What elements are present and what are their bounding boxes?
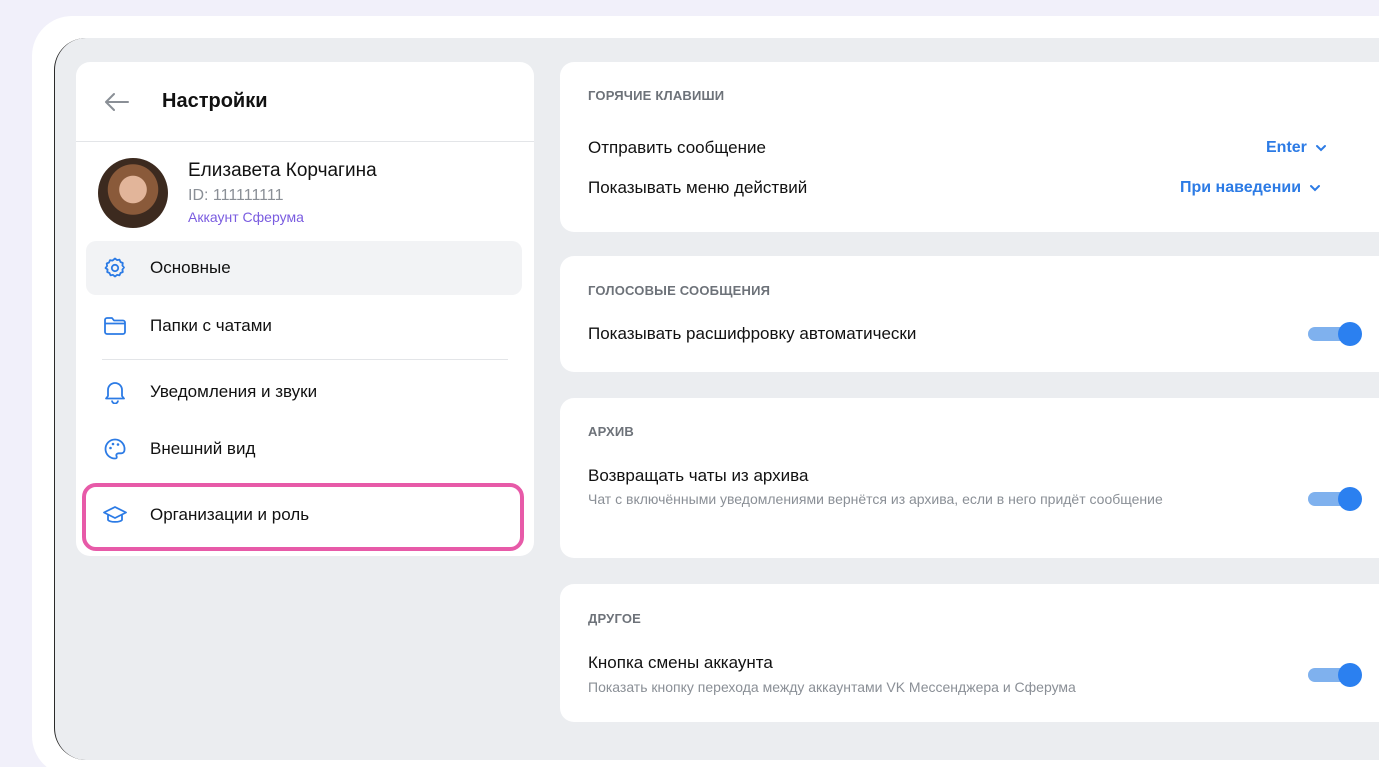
transcript-toggle[interactable] — [1306, 322, 1362, 346]
avatar — [98, 158, 168, 228]
sidebar-item-label: Уведомления и звуки — [150, 382, 318, 401]
account-switch-toggle[interactable] — [1306, 663, 1362, 687]
highlight-outline — [82, 483, 524, 551]
sidebar-item-notifications[interactable]: Уведомления и звуки — [86, 365, 522, 419]
profile-account-type[interactable]: Аккаунт Сферума — [188, 209, 377, 225]
chevron-down-icon — [1315, 144, 1327, 152]
section-header: ДРУГОЕ — [588, 611, 642, 626]
gear-icon — [102, 255, 128, 281]
profile-id: ID: 111111111 — [188, 187, 284, 204]
settings-sidebar: Настройки Елизавета Корчагина ID: 111111… — [76, 62, 534, 556]
toggle-knob — [1338, 322, 1362, 346]
action-menu-dropdown[interactable]: При наведении — [1180, 179, 1321, 197]
section-header: ГОРЯЧИЕ КЛАВИШИ — [588, 88, 725, 103]
menu-divider — [102, 359, 508, 360]
profile-name: Елизавета Корчагина — [188, 160, 377, 181]
chevron-down-icon — [1309, 184, 1321, 192]
archive-return-description: Чат с включёнными уведомлениями вернётся… — [588, 491, 1163, 507]
bell-icon — [102, 379, 128, 405]
send-message-dropdown[interactable]: Enter — [1266, 139, 1327, 157]
hotkeys-card: ГОРЯЧИЕ КЛАВИШИ Отправить сообщение Ente… — [560, 62, 1379, 232]
archive-return-label: Возвращать чаты из архива — [588, 466, 809, 485]
other-card: ДРУГОЕ Кнопка смены аккаунта Показать кн… — [560, 584, 1379, 722]
voice-card: ГОЛОСОВЫЕ СООБЩЕНИЯ Показывать расшифров… — [560, 256, 1379, 372]
sidebar-item-label: Основные — [150, 258, 231, 277]
toggle-knob — [1338, 663, 1362, 687]
back-arrow-icon[interactable] — [104, 91, 130, 113]
sidebar-item-label: Внешний вид — [150, 439, 256, 458]
action-menu-label: Показывать меню действий — [588, 178, 808, 197]
transcript-label: Показывать расшифровку автоматически — [588, 324, 917, 343]
settings-header: Настройки — [76, 62, 534, 142]
toggle-knob — [1338, 487, 1362, 511]
profile-block[interactable]: Елизавета Корчагина ID: 111111111 Аккаун… — [98, 158, 377, 228]
sidebar-item-general[interactable]: Основные — [86, 241, 522, 295]
account-switch-label: Кнопка смены аккаунта — [588, 653, 773, 672]
sidebar-item-folders[interactable]: Папки с чатами — [86, 299, 522, 353]
archive-card: АРХИВ Возвращать чаты из архива Чат с вк… — [560, 398, 1379, 558]
section-header: АРХИВ — [588, 424, 634, 439]
account-switch-description: Показать кнопку перехода между аккаунтам… — [588, 679, 1076, 695]
section-header: ГОЛОСОВЫЕ СООБЩЕНИЯ — [588, 283, 771, 298]
palette-icon — [102, 436, 128, 462]
dropdown-value: При наведении — [1180, 179, 1302, 196]
sidebar-item-appearance[interactable]: Внешний вид — [86, 422, 522, 476]
sidebar-item-label: Папки с чатами — [150, 316, 272, 335]
archive-return-toggle[interactable] — [1306, 487, 1362, 511]
send-message-label: Отправить сообщение — [588, 138, 766, 157]
settings-title: Настройки — [162, 90, 268, 112]
folder-icon — [102, 313, 128, 339]
dropdown-value: Enter — [1266, 139, 1307, 156]
